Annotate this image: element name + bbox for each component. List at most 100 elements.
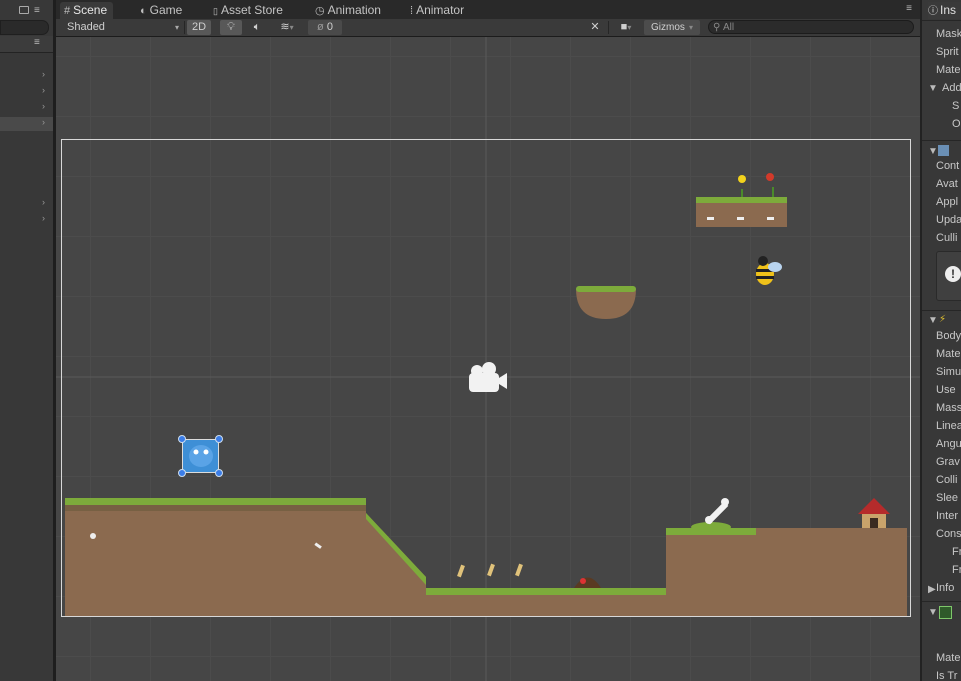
expand-arrow-icon[interactable]: ›	[42, 213, 45, 223]
inspector-field-use[interactable]: Use	[936, 384, 956, 396]
inspector-field-interpolate[interactable]: Inter	[936, 510, 958, 522]
shading-mode-dropdown[interactable]: Shaded ▾	[67, 20, 179, 35]
inspector-field-culling[interactable]: Culli	[936, 232, 957, 244]
mole-enemy[interactable]	[574, 577, 601, 589]
inspector-field-linear[interactable]: Linea	[936, 420, 961, 432]
scene-search-input[interactable]: ⚲ All	[708, 20, 914, 34]
camera-gizmo[interactable]	[469, 362, 507, 392]
lock-icon[interactable]	[19, 6, 29, 14]
scene-view[interactable]	[56, 37, 920, 681]
flower-yellow	[738, 175, 746, 197]
asset-store-bag-icon: ▯	[213, 6, 218, 16]
inspector-field-mass[interactable]: Mass	[936, 402, 961, 414]
tab-animation[interactable]: ◷ Animation	[311, 2, 387, 19]
search-icon: ⚲	[713, 22, 721, 33]
inspector-field-sleep[interactable]: Slee	[936, 492, 958, 504]
tab-scene[interactable]: # Scene	[60, 2, 114, 19]
foldout-arrow-icon[interactable]: ▼	[928, 315, 938, 326]
eye-slash-icon: ø	[317, 21, 324, 33]
floating-platform-upper[interactable]	[696, 197, 787, 227]
ground-left[interactable]	[65, 498, 426, 616]
effects-dropdown[interactable]: ≋▾	[274, 20, 300, 35]
dropdown-arrow-icon: ▾	[289, 23, 294, 32]
inspector-field-material[interactable]: Mate	[936, 64, 960, 76]
big-bone-item[interactable]	[705, 498, 729, 525]
floating-platform-round[interactable]	[576, 286, 636, 319]
inspector-field-update[interactable]: Upda	[936, 214, 961, 226]
hierarchy-selected-row[interactable]	[0, 117, 53, 131]
tab-animator[interactable]: ⁞ Animator	[406, 2, 470, 19]
inspector-foldout-info[interactable]: Info	[936, 582, 954, 594]
scene-grid-icon: #	[64, 5, 71, 17]
inspector-field-freeze-1[interactable]: Fr	[952, 546, 961, 558]
inspector-divider	[922, 140, 961, 141]
expand-arrow-icon[interactable]: ›	[42, 117, 45, 127]
lighting-toggle[interactable]: 💡︎	[220, 20, 242, 35]
hidden-objects-toggle[interactable]: ø 0	[308, 20, 342, 35]
hierarchy-options-icon[interactable]: ≡	[34, 37, 40, 48]
animator-component-icon	[938, 145, 949, 156]
inspector-field-material-2[interactable]: Mate	[936, 348, 960, 360]
foldout-arrow-icon[interactable]: ▶	[928, 584, 936, 595]
inspector-field-simulated[interactable]: Simu	[936, 366, 961, 378]
inspector-field-avatar[interactable]: Avat	[936, 178, 958, 190]
inspector-field-sprite[interactable]: Sprit	[936, 46, 959, 58]
camera-dropdown[interactable]: ■▾	[612, 20, 640, 35]
tab-inspector[interactable]: ⓘ Ins	[928, 2, 961, 19]
inspector-field-material-3[interactable]: Mate	[936, 652, 960, 664]
ground-right[interactable]	[666, 522, 907, 616]
ground-pit[interactable]	[426, 588, 666, 616]
lightbulb-icon: 💡︎	[227, 21, 235, 33]
inspector-field-angular[interactable]: Angu	[936, 438, 961, 450]
hierarchy-panel: ≡ ≡ › › › › › ›	[0, 0, 53, 681]
inspector-field-controller[interactable]: Cont	[936, 160, 959, 172]
foldout-arrow-icon[interactable]: ▼	[928, 146, 938, 157]
inspector-field-body-type[interactable]: Body	[936, 330, 961, 342]
inspector-panel: ⓘ Ins Mask Sprit Mate ▼ Add S O ▼ Cont Av…	[920, 0, 961, 681]
inspector-field-freeze-2[interactable]: Fr	[952, 564, 961, 576]
bone-pickup[interactable]	[457, 564, 465, 578]
inspector-foldout-add[interactable]: Add	[942, 82, 961, 94]
bee-enemy[interactable]	[756, 256, 782, 285]
inspector-field-collision[interactable]: Colli	[936, 474, 957, 486]
layers-icon: ≋	[280, 21, 290, 33]
gizmos-dropdown[interactable]: Gizmos ▾	[644, 20, 700, 35]
inspector-divider	[922, 310, 961, 311]
inspector-field-gravity[interactable]: Grav	[936, 456, 960, 468]
expand-arrow-icon[interactable]: ›	[42, 85, 45, 95]
inspector-field-apply[interactable]: Appl	[936, 196, 958, 208]
tools-icon[interactable]: ✕	[586, 20, 604, 35]
tab-menu-icon[interactable]: ≡	[906, 3, 912, 14]
expand-arrow-icon[interactable]: ›	[42, 197, 45, 207]
inspector-field-is-trigger[interactable]: Is Tr	[936, 670, 957, 681]
inspector-field-constraints[interactable]: Cons	[936, 528, 961, 540]
doghouse[interactable]	[858, 498, 890, 528]
bone-pickup[interactable]	[515, 563, 523, 577]
expand-arrow-icon[interactable]: ›	[42, 101, 45, 111]
tab-game[interactable]: ◐ Game	[136, 2, 188, 19]
dropdown-arrow-icon: ▾	[627, 23, 632, 32]
scene-canvas	[56, 37, 920, 681]
dropdown-arrow-icon: ▾	[688, 23, 693, 32]
hierarchy-menu-icon[interactable]: ≡	[34, 5, 40, 16]
dropdown-arrow-icon: ▾	[174, 23, 179, 32]
animation-clock-icon: ◷	[315, 5, 325, 17]
speaker-icon: 🔈︎	[253, 21, 261, 33]
hierarchy-search-input[interactable]	[0, 20, 49, 35]
inspector-field-s[interactable]: S	[952, 100, 959, 112]
inspector-field-mask[interactable]: Mask	[936, 28, 961, 40]
info-box: !	[936, 251, 961, 301]
foldout-arrow-icon[interactable]: ▼	[928, 83, 938, 94]
2d-mode-toggle[interactable]: 2D	[187, 20, 211, 35]
expand-arrow-icon[interactable]: ›	[42, 69, 45, 79]
audio-toggle[interactable]: 🔈︎	[246, 20, 268, 35]
skull-decoration	[90, 533, 96, 539]
inspector-field-o[interactable]: O	[952, 118, 961, 130]
warning-icon: !	[945, 266, 961, 282]
rigidbody-component-icon: ⚡︎	[939, 314, 947, 325]
foldout-arrow-icon[interactable]: ▼	[928, 607, 938, 618]
tab-asset-store[interactable]: ▯ Asset Store	[209, 2, 289, 19]
bone-pickup[interactable]	[487, 563, 495, 577]
inspector-divider	[922, 601, 961, 602]
player-selected[interactable]	[178, 435, 223, 477]
